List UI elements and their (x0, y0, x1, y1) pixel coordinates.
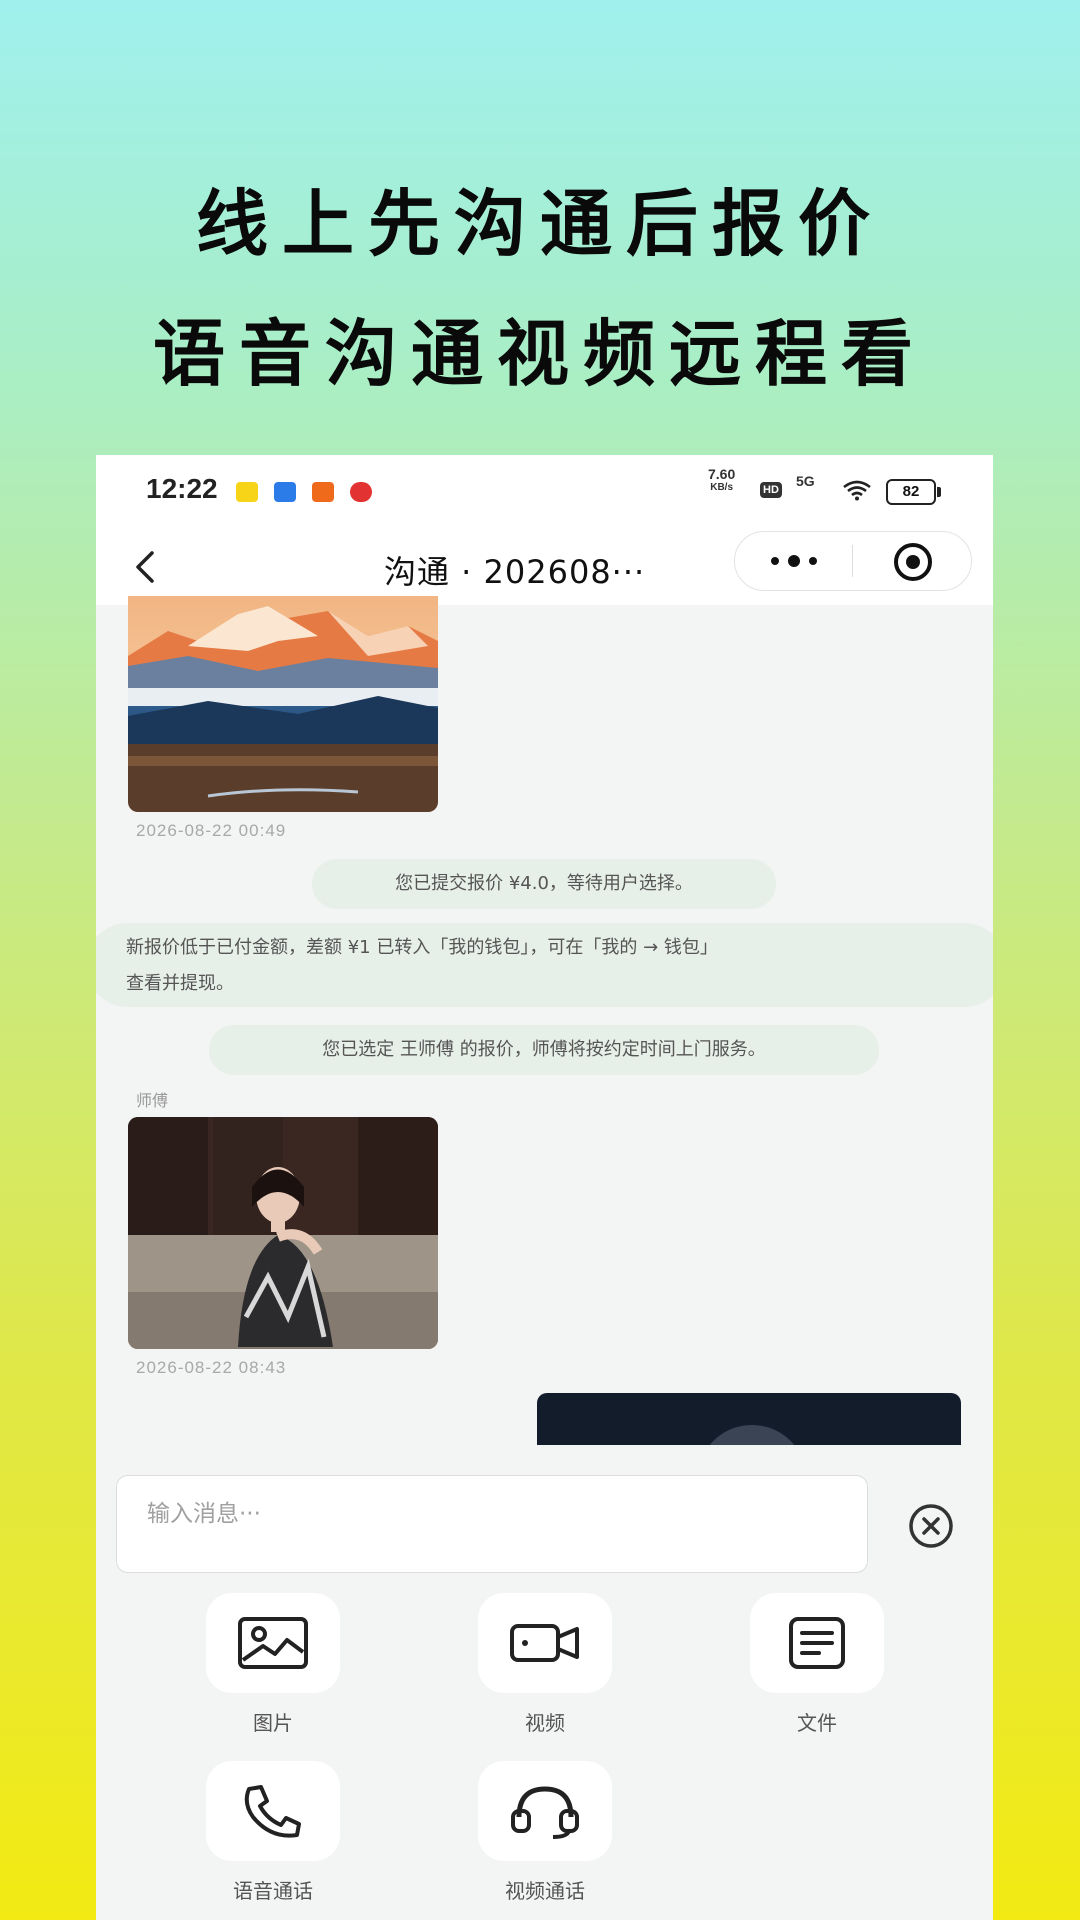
file-icon (750, 1593, 884, 1693)
chat-input-panel: 输入消息··· 图片 视频 文件 语音通话 视频通话 (96, 1445, 993, 1920)
tool-label: 视频 (525, 1711, 565, 1735)
notification-app-icon (350, 482, 372, 502)
image-message-mountain[interactable] (128, 596, 438, 812)
promo-headline-2: 语音沟通视频远程看 (152, 311, 927, 396)
wifi-icon (843, 480, 871, 501)
phone-icon (206, 1761, 340, 1861)
capsule-divider (852, 545, 853, 577)
close-panel-icon[interactable] (906, 1501, 956, 1551)
sender-label: 师傅 (136, 1091, 169, 1110)
message-input[interactable]: 输入消息··· (116, 1475, 868, 1573)
system-message-line: 查看并提现。 (126, 973, 234, 994)
video-icon (478, 1593, 612, 1693)
network-speed: 7.60 KB/s (708, 467, 735, 495)
more-icon[interactable] (767, 550, 821, 572)
network-speed-value: 7.60 (708, 466, 736, 482)
status-time: 12:22 (146, 473, 218, 504)
mountain-photo (128, 596, 438, 812)
network-type: 5G (796, 473, 815, 489)
tool-video[interactable]: 视频 (478, 1593, 612, 1736)
page-title: 沟通 · 202608··· (384, 553, 646, 591)
tool-label: 文件 (797, 1711, 837, 1735)
hd-badge: HD (760, 482, 782, 498)
close-mini-program-icon[interactable] (893, 542, 933, 582)
portrait-photo (128, 1117, 438, 1349)
system-message-wallet: 新报价低于已付金额，差额 ¥1 已转入「我的钱包」，可在「我的 → 钱包」 查看… (96, 923, 993, 1007)
battery-indicator: 82 (886, 479, 941, 505)
tool-video-call[interactable]: 视频通话 (478, 1761, 612, 1904)
promo-headline-1: 线上先沟通后报价 (195, 181, 884, 266)
tool-voice-call[interactable]: 语音通话 (206, 1761, 340, 1904)
system-message-line: 新报价低于已付金额，差额 ¥1 已转入「我的钱包」，可在「我的 → 钱包」 (126, 937, 718, 958)
message-timestamp: 2026-08-22 00:49 (136, 821, 287, 840)
image-message-portrait[interactable] (128, 1117, 438, 1349)
nav-bar: 沟通 · 202608··· (96, 527, 993, 605)
system-message: 您已提交报价 ¥4.0，等待用户选择。 (312, 859, 776, 909)
status-bar: 12:22 7.60 KB/s HD 5G 82 (96, 455, 993, 527)
system-message: 您已选定 王师傅 的报价，师傅将按约定时间上门服务。 (209, 1025, 879, 1075)
tool-image[interactable]: 图片 (206, 1593, 340, 1736)
notification-app-icon (236, 482, 258, 502)
tool-label: 语音通话 (233, 1879, 313, 1903)
notification-app-icon (274, 482, 296, 502)
message-timestamp: 2026-08-22 08:43 (136, 1358, 287, 1377)
mini-program-capsule (734, 531, 972, 591)
message-input-placeholder: 输入消息··· (147, 1501, 261, 1527)
network-speed-unit: KB/s (710, 482, 734, 493)
tool-label: 图片 (253, 1711, 293, 1735)
back-arrow-icon[interactable] (126, 545, 166, 589)
tool-label: 视频通话 (505, 1879, 585, 1903)
image-icon (206, 1593, 340, 1693)
tool-file[interactable]: 文件 (750, 1593, 884, 1736)
phone-screen: 12:22 7.60 KB/s HD 5G 82 沟通 · 202608··· (96, 455, 993, 1920)
notification-app-icon (312, 482, 334, 502)
headset-icon (478, 1761, 612, 1861)
